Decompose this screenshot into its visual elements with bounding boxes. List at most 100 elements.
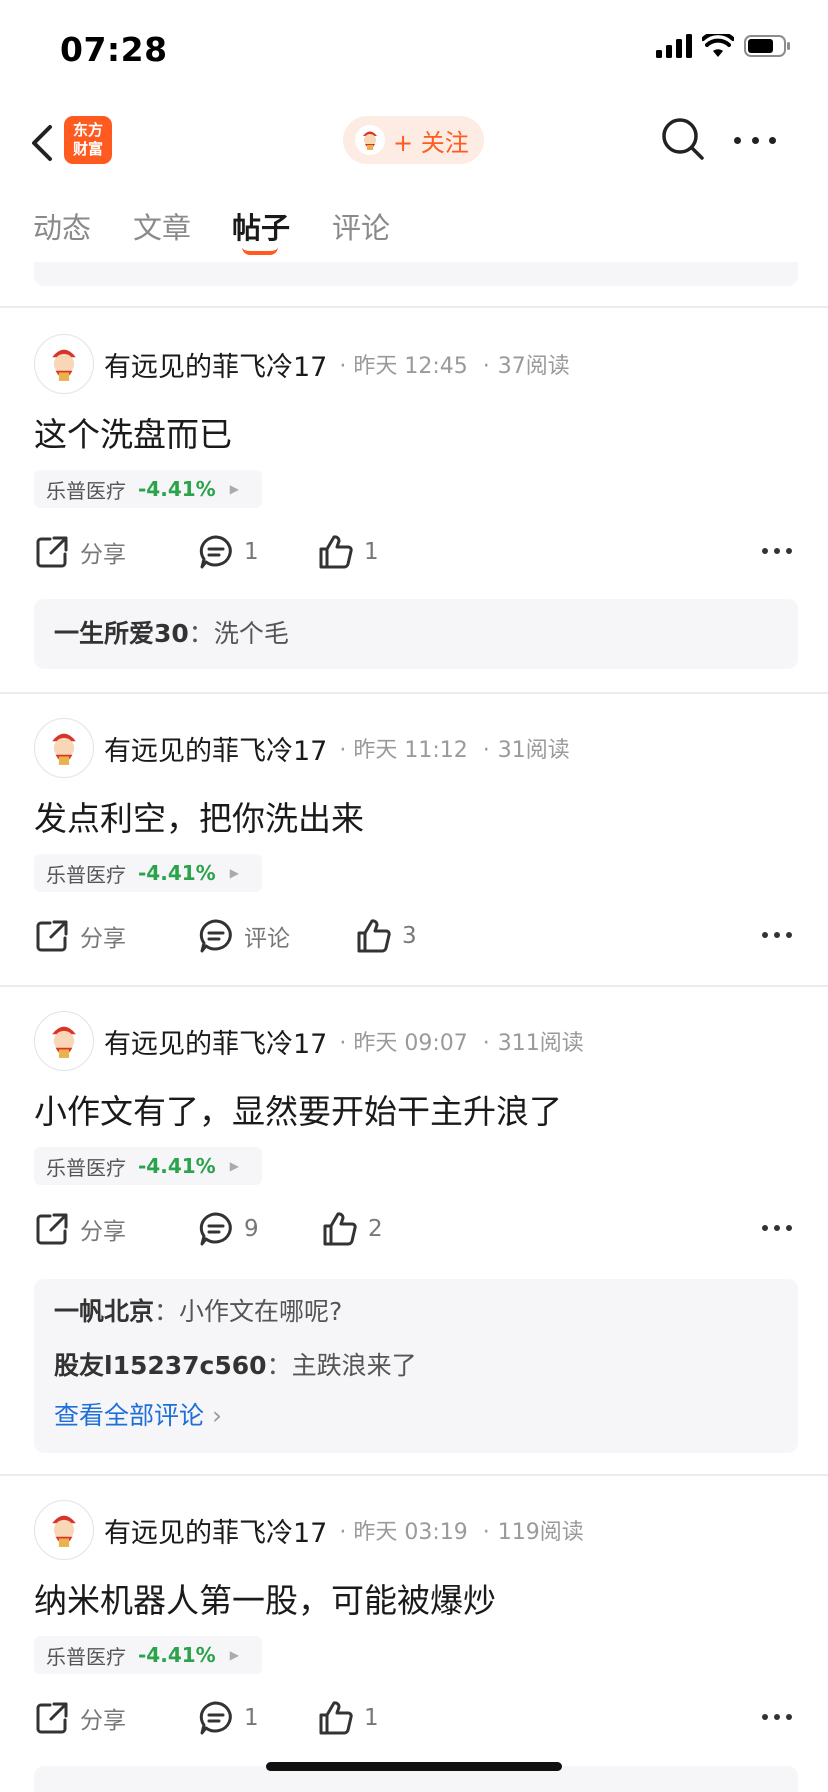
post-card[interactable]: 有远见的菲飞冷17 · 昨天 03:19 · 119阅读 纳米机器人第一股，可能被… <box>0 1500 828 1760</box>
stock-change: -4.41% <box>138 1154 216 1178</box>
stock-change: -4.41% <box>138 861 216 885</box>
tab-articles[interactable]: 文章 <box>133 205 191 247</box>
share-icon <box>36 1213 68 1245</box>
meta-dot: · <box>482 738 490 763</box>
app-logo: 东方 财富 <box>64 116 112 164</box>
battery-icon <box>744 35 790 57</box>
post-actions: 分享 9 2 <box>34 1205 798 1253</box>
tab-posts[interactable]: 帖子 <box>232 205 290 247</box>
stock-name: 乐普医疗 <box>46 1155 126 1180</box>
author-name[interactable]: 有远见的菲飞冷17 <box>104 1022 327 1061</box>
post-text[interactable]: 发点利空，把你洗出来 <box>34 792 364 840</box>
comment-user[interactable]: 一帆北京 <box>54 1297 154 1326</box>
thumbs-up-icon <box>323 1212 357 1246</box>
post-card[interactable]: 有远见的菲飞冷17 · 昨天 09:07 · 311阅读 小作文有了，显然要开始干… <box>0 1011 828 1471</box>
comment-button[interactable]: 9 <box>198 1205 259 1253</box>
post-header: 有远见的菲飞冷17 · 昨天 09:07 · 311阅读 <box>34 1011 584 1071</box>
post-text[interactable]: 这个洗盘而已 <box>34 408 232 456</box>
comment-preview[interactable]: 一帆北京：小作文在哪呢? 股友l15237c560：主跌浪来了 查看全部评论 › <box>34 1279 798 1453</box>
post-more-button[interactable] <box>762 1225 792 1231</box>
tab-comments[interactable]: 评论 <box>332 205 390 247</box>
post-header: 有远见的菲飞冷17 · 昨天 12:45 · 37阅读 <box>34 334 570 394</box>
tab-bar: 动态 文章 帖子 评论 <box>0 195 828 259</box>
follow-button[interactable]: + 关注 <box>343 116 484 164</box>
view-all-comments-link[interactable]: 查看全部评论 › <box>54 1393 778 1439</box>
like-button[interactable]: 2 <box>322 1205 383 1253</box>
stock-tag[interactable]: 乐普医疗 -4.41% ▶ <box>34 1147 262 1185</box>
more-dot-icon <box>751 136 759 144</box>
post-card[interactable]: 有远见的菲飞冷17 · 昨天 12:45 · 37阅读 这个洗盘而已 乐普医疗 -… <box>0 334 828 694</box>
stock-name: 乐普医疗 <box>46 1644 126 1669</box>
comment-user[interactable]: 一生所爱30 <box>54 619 189 648</box>
share-label: 分享 <box>80 542 126 568</box>
more-dot-icon <box>774 548 780 554</box>
author-name[interactable]: 有远见的菲飞冷17 <box>104 345 327 384</box>
logo-line1: 东方 <box>72 121 103 139</box>
stock-change: -4.41% <box>138 477 216 501</box>
post-more-button[interactable] <box>762 548 792 554</box>
comment-line: 一生所爱30：洗个毛 <box>54 607 778 661</box>
post-more-button[interactable] <box>762 1714 792 1720</box>
wifi-icon <box>702 34 734 57</box>
divider <box>0 985 828 987</box>
comment-button[interactable]: 1 <box>198 1694 259 1742</box>
comment-button[interactable]: 评论 <box>198 912 290 960</box>
mascot-icon <box>363 131 377 150</box>
share-icon <box>36 920 68 952</box>
post-meta: · 昨天 09:07 · 311阅读 <box>339 1025 583 1057</box>
search-icon <box>662 118 704 160</box>
tab-dynamics[interactable]: 动态 <box>33 205 91 247</box>
post-actions: 分享 评论 3 <box>34 912 798 960</box>
share-button[interactable]: 分享 <box>34 528 126 576</box>
post-text[interactable]: 小作文有了，显然要开始干主升浪了 <box>34 1085 562 1133</box>
more-dot-icon <box>786 932 792 938</box>
like-button[interactable]: 1 <box>318 528 379 576</box>
status-bar: 07:28 <box>0 0 828 100</box>
home-indicator[interactable] <box>266 1762 562 1771</box>
post-time: 昨天 09:07 <box>353 1031 468 1056</box>
post-header: 有远见的菲飞冷17 · 昨天 11:12 · 31阅读 <box>34 718 570 778</box>
caret-right-icon: ▶ <box>229 866 239 880</box>
stock-tag[interactable]: 乐普医疗 -4.41% ▶ <box>34 1636 262 1674</box>
avatar[interactable] <box>34 718 94 778</box>
avatar[interactable] <box>34 334 94 394</box>
like-button[interactable]: 3 <box>356 912 417 960</box>
search-button[interactable] <box>660 116 706 162</box>
more-button[interactable] <box>734 128 776 152</box>
tab-active-indicator <box>242 247 278 255</box>
post-meta: · 昨天 12:45 · 37阅读 <box>339 348 569 380</box>
like-count: 3 <box>402 923 417 949</box>
comment-line: 股友l15237c560：主跌浪来了 <box>54 1339 778 1393</box>
back-button[interactable] <box>22 118 62 168</box>
meta-dot: · <box>339 1520 347 1545</box>
author-name[interactable]: 有远见的菲飞冷17 <box>104 1511 327 1550</box>
comment-icon <box>199 535 232 569</box>
follow-avatar <box>355 125 385 155</box>
avatar[interactable] <box>34 1500 94 1560</box>
like-button[interactable]: 1 <box>318 1694 379 1742</box>
more-dot-icon <box>786 1714 792 1720</box>
caret-right-icon: ▶ <box>229 1159 239 1173</box>
share-button[interactable]: 分享 <box>34 1205 126 1253</box>
post-card[interactable]: 有远见的菲飞冷17 · 昨天 11:12 · 31阅读 发点利空，把你洗出来 乐普… <box>0 718 828 983</box>
comment-count: 1 <box>244 539 259 565</box>
thumbs-up-icon <box>357 919 391 953</box>
share-button[interactable]: 分享 <box>34 912 126 960</box>
stock-tag[interactable]: 乐普医疗 -4.41% ▶ <box>34 470 262 508</box>
comment-button[interactable]: 1 <box>198 528 259 576</box>
logo-line2: 财富 <box>72 140 103 158</box>
author-name[interactable]: 有远见的菲飞冷17 <box>104 729 327 768</box>
share-label: 分享 <box>80 926 126 952</box>
comment-icon <box>199 1701 232 1735</box>
comment-user[interactable]: 股友l15237c560 <box>54 1351 267 1380</box>
stock-tag[interactable]: 乐普医疗 -4.41% ▶ <box>34 854 262 892</box>
avatar[interactable] <box>34 1011 94 1071</box>
post-time: 昨天 03:19 <box>353 1520 468 1545</box>
mascot-icon <box>52 733 76 765</box>
mascot-icon <box>52 349 76 381</box>
post-text[interactable]: 纳米机器人第一股，可能被爆炒 <box>34 1574 496 1622</box>
more-dot-icon <box>774 1225 780 1231</box>
comment-preview[interactable]: 一生所爱30：洗个毛 <box>34 599 798 669</box>
share-button[interactable]: 分享 <box>34 1694 126 1742</box>
post-more-button[interactable] <box>762 932 792 938</box>
